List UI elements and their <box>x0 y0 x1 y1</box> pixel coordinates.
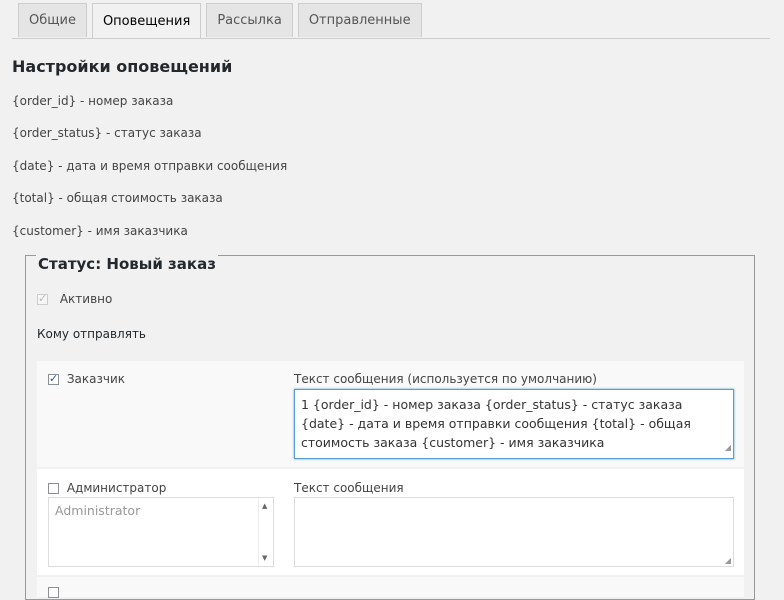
admin-user-option: Administrator <box>55 503 141 518</box>
send-to-label: Кому отправлять <box>37 327 147 341</box>
customer-checkbox-row: Заказчик <box>48 372 125 386</box>
active-checkbox[interactable] <box>37 292 48 305</box>
active-checkbox-row: Активно <box>37 292 112 306</box>
status-legend: Статус: Новый заказ <box>36 255 218 273</box>
admin-user-select[interactable]: Administrator ▲ ▼ <box>48 497 274 567</box>
scroll-up-icon[interactable]: ▲ <box>262 502 267 510</box>
customer-message-label: Текст сообщения (используется по умолчан… <box>294 372 597 386</box>
tab-general[interactable]: Общие <box>18 3 87 37</box>
placeholder-order-status: {order_status} - статус заказа <box>12 126 202 140</box>
tab-notifications[interactable]: Оповещения <box>91 3 202 39</box>
scroll-down-icon[interactable]: ▼ <box>262 554 267 562</box>
resize-grip-icon[interactable]: ◢ <box>725 556 731 565</box>
admin-checkbox[interactable] <box>48 483 59 494</box>
admin-message-textarea[interactable]: ◢ <box>294 497 734 567</box>
admin-message-label: Текст сообщения <box>294 481 404 495</box>
customer-message-textarea[interactable]: 1 {order_id} - номер заказа {order_statu… <box>294 389 734 459</box>
settings-tabs: Общие Оповещения Рассылка Отправленные <box>18 3 422 39</box>
placeholder-date: {date} - дата и время отправки сообщения <box>12 159 288 173</box>
placeholder-order-id: {order_id} - номер заказа <box>12 94 174 108</box>
placeholder-total: {total} - общая стоимость заказа <box>12 191 223 205</box>
admin-row: Администратор Administrator ▲ ▼ Текст со… <box>37 469 744 575</box>
tab-mailing[interactable]: Рассылка <box>206 3 293 37</box>
tabs-divider <box>12 38 770 39</box>
page-title: Настройки оповещений <box>12 57 233 76</box>
next-row-checkbox[interactable] <box>48 587 59 598</box>
customer-checkbox[interactable] <box>48 372 59 385</box>
admin-checkbox-row: Администратор <box>48 481 166 495</box>
customer-message-text: 1 {order_id} - номер заказа {order_statu… <box>301 397 691 450</box>
next-row <box>37 577 744 598</box>
tab-sent[interactable]: Отправленные <box>297 3 422 37</box>
active-label: Активно <box>59 292 113 306</box>
customer-row: Заказчик Текст сообщения (используется п… <box>37 361 744 467</box>
admin-label: Администратор <box>66 481 167 495</box>
placeholder-customer: {customer} - имя заказчика <box>12 224 188 238</box>
resize-grip-icon[interactable]: ◢ <box>725 438 731 457</box>
admin-select-scrollbar[interactable]: ▲ ▼ <box>258 498 273 566</box>
customer-label: Заказчик <box>66 372 125 386</box>
